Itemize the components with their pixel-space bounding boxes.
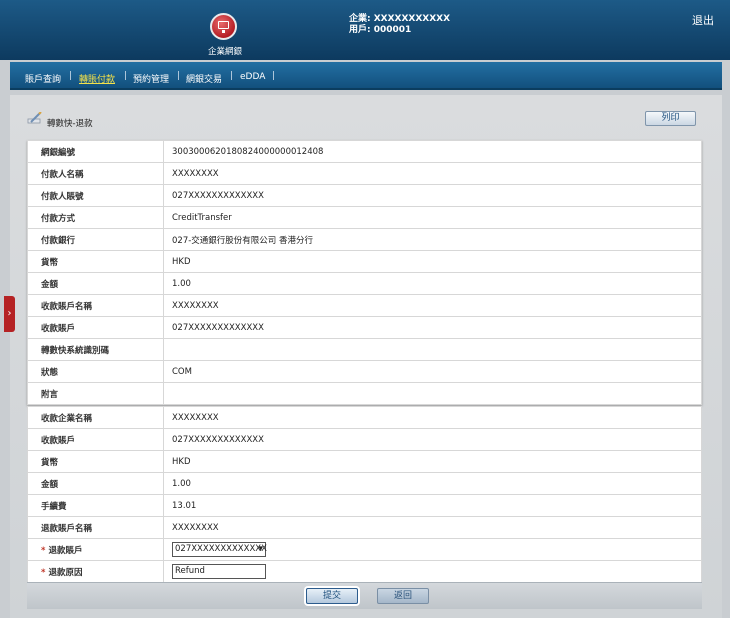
row-label: 附言: [27, 382, 164, 405]
refund-account-label-text: 退款賬戶: [48, 545, 83, 556]
table-row: 網銀編號 3003000620180824000000012408: [27, 140, 702, 163]
refund-reason-cell: Refund: [163, 560, 702, 583]
refund-reason-input[interactable]: Refund: [172, 564, 266, 579]
table-row: * 退款原因 Refund: [27, 560, 702, 583]
row-label: 收款賬戶: [27, 316, 164, 339]
top-header: 企業網銀 企業: XXXXXXXXXXX 用戶: 000001 退出: [0, 0, 730, 60]
logo-label: 企業網銀: [207, 47, 242, 57]
row-value: [163, 382, 702, 405]
table-row: 收款賬戶 027XXXXXXXXXXXXX: [27, 428, 702, 451]
row-value: COM: [163, 360, 702, 383]
form-footer: 提交 返回: [27, 582, 702, 609]
required-mark: *: [41, 545, 46, 556]
row-label: 金額: [27, 272, 164, 295]
row-value: HKD: [163, 250, 702, 273]
row-label: 貨幣: [27, 450, 164, 473]
account-info: 企業: XXXXXXXXXXX 用戶: 000001: [349, 14, 450, 36]
transaction-details-table: 網銀編號 3003000620180824000000012408 付款人名稱 XX…: [27, 140, 702, 405]
nav-item-edda[interactable]: eDDA: [240, 72, 265, 82]
row-label: 轉數快系統識別碼: [27, 338, 164, 361]
table-row: 手續費 13.01: [27, 494, 702, 517]
required-mark: *: [41, 567, 46, 578]
table-row: 收款賬戶名稱 XXXXXXXX: [27, 294, 702, 317]
row-label: 退款賬戶名稱: [27, 516, 164, 539]
refund-form-table: 收款企業名稱 XXXXXXXX 收款賬戶 027XXXXXXXXXXXXX 貨幣 HK…: [27, 406, 702, 583]
table-row: * 退款賬戶 027XXXXXXXXXXXXX ▾: [27, 538, 702, 561]
refund-account-select[interactable]: 027XXXXXXXXXXXXX ▾: [172, 542, 267, 557]
row-label: 收款賬戶: [27, 428, 164, 451]
refund-reason-label: * 退款原因: [27, 560, 164, 583]
submit-button[interactable]: 提交: [306, 588, 358, 604]
refund-reason-label-text: 退款原因: [48, 567, 83, 578]
nav-item-scheduled-management[interactable]: 預約管理: [133, 72, 169, 85]
logout-link[interactable]: 退出: [692, 12, 714, 28]
print-button[interactable]: 列印: [645, 111, 696, 126]
corporate-banking-logo-icon[interactable]: [210, 13, 237, 40]
row-value: XXXXXXXX: [163, 294, 702, 317]
row-value: 027XXXXXXXXXXXXX: [163, 184, 702, 207]
table-row: 金額 1.00: [27, 472, 702, 495]
row-label: 收款賬戶名稱: [27, 294, 164, 317]
chevron-down-icon: ▾: [258, 544, 263, 554]
row-label: 貨幣: [27, 250, 164, 273]
row-label: 付款人賬號: [27, 184, 164, 207]
table-row: 付款銀行 027-交通銀行股份有限公司 香港分行: [27, 228, 702, 251]
row-label: 付款銀行: [27, 228, 164, 251]
user-line: 用戶: 000001: [349, 25, 412, 35]
row-value: 1.00: [163, 272, 702, 295]
row-value: [163, 338, 702, 361]
row-value: 3003000620180824000000012408: [163, 140, 702, 163]
table-row: 付款方式 CreditTransfer: [27, 206, 702, 229]
nav-separator: |: [177, 71, 181, 81]
nav-separator: |: [69, 71, 73, 81]
table-row: 收款企業名稱 XXXXXXXX: [27, 406, 702, 429]
row-label: 付款人名稱: [27, 162, 164, 185]
refund-account-selected-value: 027XXXXXXXXXXXXX: [175, 544, 267, 554]
table-row: 金額 1.00: [27, 272, 702, 295]
table-row: 貨幣 HKD: [27, 250, 702, 273]
row-value: XXXXXXXX: [163, 516, 702, 539]
nav-item-online-transactions[interactable]: 網銀交易: [186, 72, 222, 85]
row-label: 網銀編號: [27, 140, 164, 163]
table-row: 付款人名稱 XXXXXXXX: [27, 162, 702, 185]
nav-item-account-inquiry[interactable]: 賬戶查詢: [25, 72, 61, 85]
row-value: 1.00: [163, 472, 702, 495]
nav-separator: |: [272, 71, 276, 81]
company-line: 企業: XXXXXXXXXXX: [349, 14, 451, 24]
table-row: 轉數快系統識別碼: [27, 338, 702, 361]
row-value: 027-交通銀行股份有限公司 香港分行: [163, 228, 702, 251]
row-value: XXXXXXXX: [163, 162, 702, 185]
nav-item-transfer-payment[interactable]: 轉賬付款: [79, 72, 115, 85]
page-title-text: 轉數快-退款: [47, 119, 93, 129]
table-row: 收款賬戶 027XXXXXXXXXXXXX: [27, 316, 702, 339]
table-row: 狀態 COM: [27, 360, 702, 383]
table-row: 付款人賬號 027XXXXXXXXXXXXX: [27, 184, 702, 207]
back-button[interactable]: 返回: [377, 588, 429, 604]
table-row: 附言: [27, 382, 702, 405]
table-row: 退款賬戶名稱 XXXXXXXX: [27, 516, 702, 539]
nav-separator: |: [124, 71, 128, 81]
row-value: HKD: [163, 450, 702, 473]
nav-separator: |: [230, 71, 234, 81]
row-value: 027XXXXXXXXXXXXX: [163, 316, 702, 339]
refund-account-cell: 027XXXXXXXXXXXXX ▾: [163, 538, 702, 561]
row-label: 狀態: [27, 360, 164, 383]
row-label: 金額: [27, 472, 164, 495]
main-nav: 賬戶查詢 | 轉賬付款 | 預約管理 | 網銀交易 | eDDA |: [10, 62, 722, 90]
row-label: 付款方式: [27, 206, 164, 229]
chevron-right-icon: ›: [7, 308, 12, 319]
row-value: XXXXXXXX: [163, 406, 702, 429]
pencil-icon: [27, 112, 42, 124]
table-row: 貨幣 HKD: [27, 450, 702, 473]
refund-account-label: * 退款賬戶: [27, 538, 164, 561]
row-label: 收款企業名稱: [27, 406, 164, 429]
side-panel-toggle[interactable]: ›: [4, 296, 15, 332]
row-value: CreditTransfer: [163, 206, 702, 229]
row-value: 027XXXXXXXXXXXXX: [163, 428, 702, 451]
row-value: 13.01: [163, 494, 702, 517]
row-label: 手續費: [27, 494, 164, 517]
